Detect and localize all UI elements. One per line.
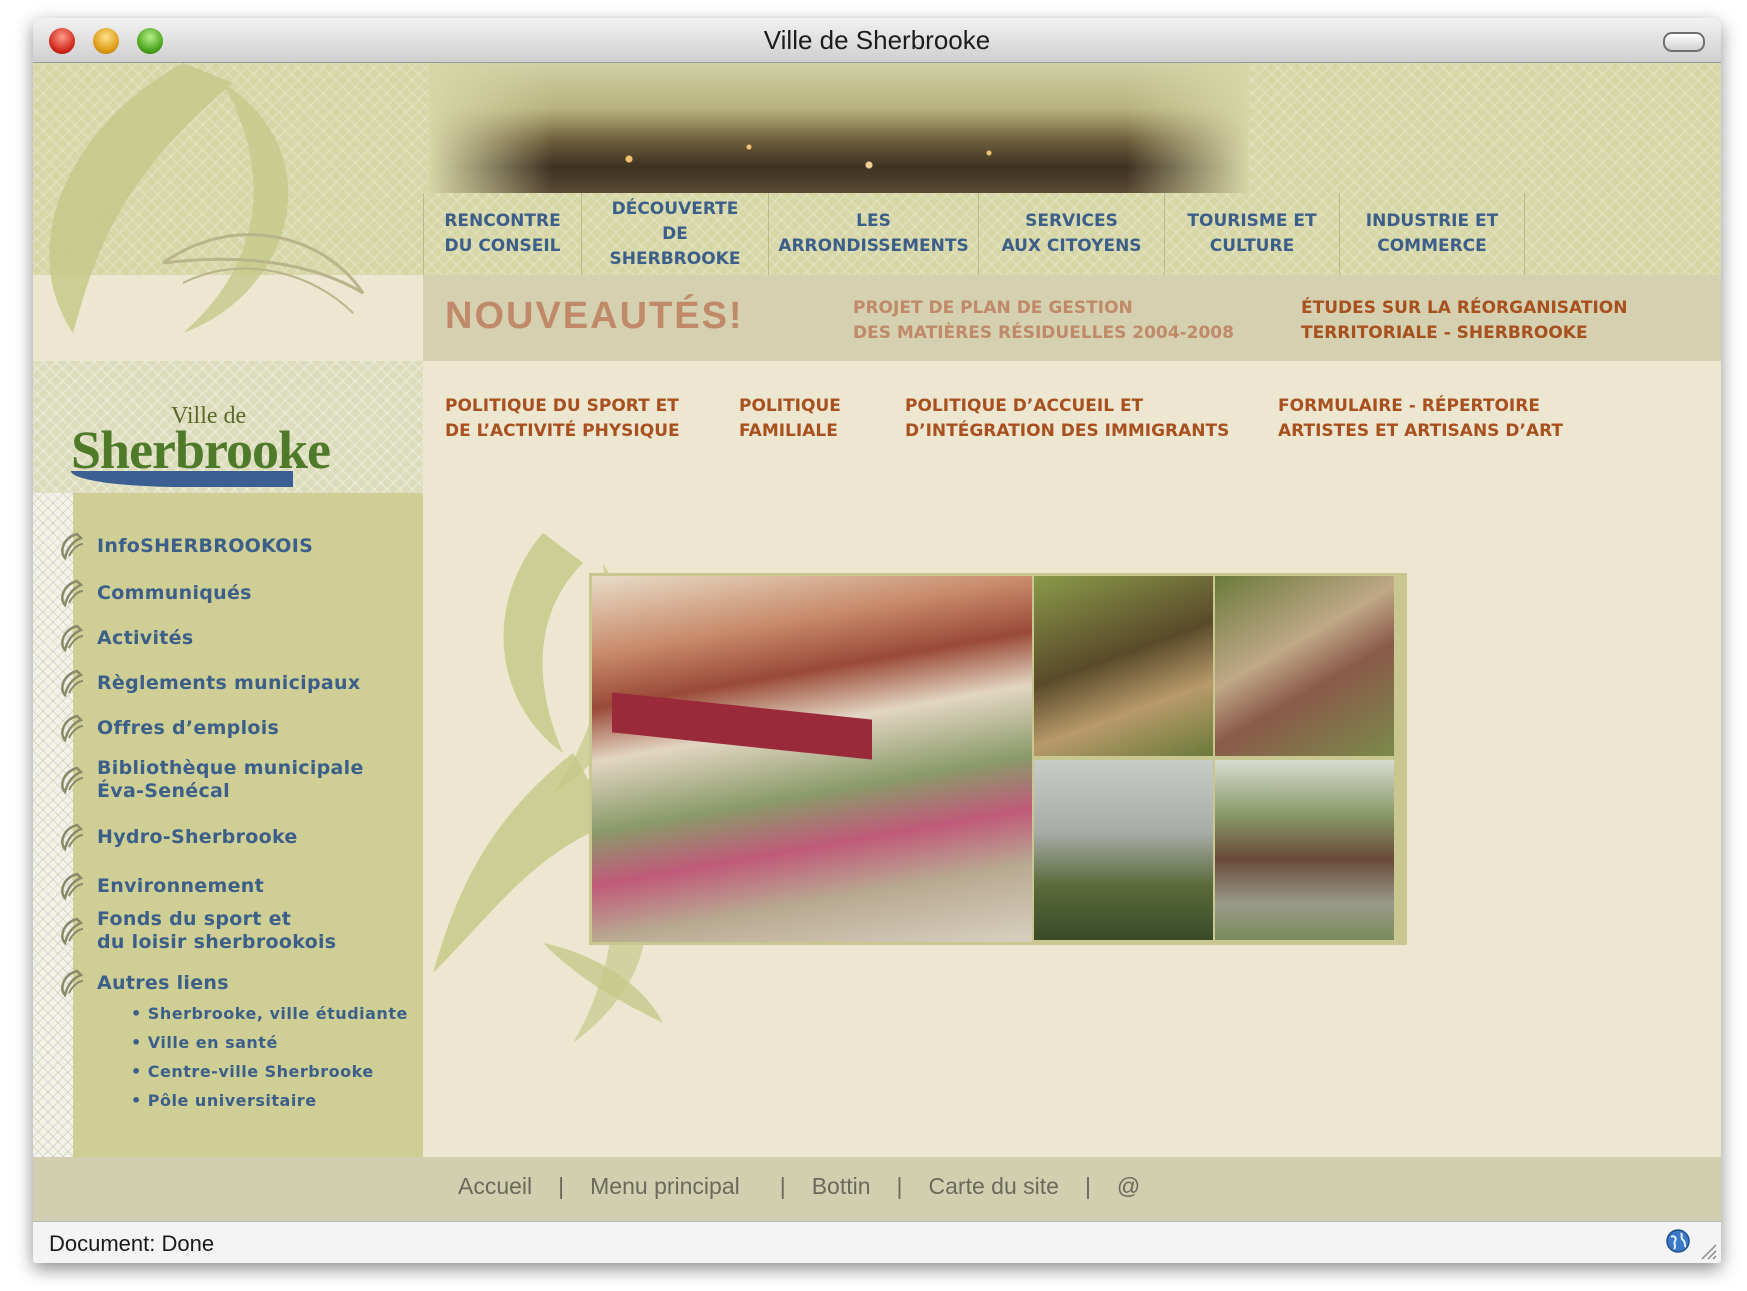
swirl-icon <box>61 969 84 998</box>
toolbar-toggle-button[interactable] <box>1663 32 1705 52</box>
photo-chairlift <box>1215 576 1394 756</box>
footer-link-accueil[interactable]: Accueil <box>458 1173 532 1200</box>
sidebar-item-label: Règlements municipaux <box>97 671 361 694</box>
web-page: RENCONTRE DU CONSEIL DÉCOUVERTE DE SHERB… <box>33 63 1721 1221</box>
footer-separator: | <box>558 1173 565 1199</box>
status-text: Document: Done <box>49 1231 215 1256</box>
nav-rencontre-du-conseil[interactable]: RENCONTRE DU CONSEIL <box>423 193 582 275</box>
nav-decouverte[interactable]: DÉCOUVERTE DE SHERBROOKE <box>582 193 769 275</box>
sidebar-item-autres-liens[interactable]: Autres liens <box>61 967 413 999</box>
nav-tourisme[interactable]: TOURISME ET CULTURE <box>1165 193 1340 275</box>
sidebar-subitem-pole-universitaire[interactable]: • Pôle universitaire <box>131 1091 317 1110</box>
news-banner: NOUVEAUTÉS! PROJET DE PLAN DE GESTION DE… <box>423 275 1721 361</box>
sidebar-item-label: Hydro-Sherbrooke <box>97 825 298 848</box>
swirl-icon <box>61 579 84 608</box>
title-bar: Ville de Sherbrooke <box>33 18 1721 63</box>
sidebar-item-label: Environnement <box>97 874 264 897</box>
browser-window: Ville de Sherbrooke RENCONTRE DU CONSEIL… <box>33 18 1721 1263</box>
swirl-icon <box>61 669 84 698</box>
swirl-icon <box>61 766 84 795</box>
footer-link-bottin[interactable]: Bottin <box>812 1173 871 1200</box>
resize-grip-icon[interactable] <box>1697 1240 1717 1260</box>
sidebar-item-label: Fonds du sport et du loisir sherbrookois <box>97 908 337 953</box>
sidebar-item-label: Communiqués <box>97 581 252 604</box>
photo-mosaic <box>589 573 1407 945</box>
sidebar-subitem-centre-ville[interactable]: • Centre-ville Sherbrooke <box>131 1062 374 1081</box>
sidebar-subitem-ville-en-sante[interactable]: • Ville en santé <box>131 1033 278 1052</box>
sidebar-subitem-ville-etudiante[interactable]: • Sherbrooke, ville étudiante <box>131 1004 408 1023</box>
status-bar: Document: Done <box>33 1221 1721 1263</box>
footer-link-carte-du-site[interactable]: Carte du site <box>929 1173 1059 1200</box>
photo-river-house <box>1215 760 1394 940</box>
sidebar-item-fonds-sport[interactable]: Fonds du sport et du loisir sherbrookois <box>61 908 413 954</box>
globe-icon <box>1666 1229 1690 1253</box>
news-link-reorganisation[interactable]: ÉTUDES SUR LA RÉORGANISATION TERRITORIAL… <box>1301 296 1627 346</box>
logo-wave <box>71 471 293 487</box>
news-link-plan-gestion[interactable]: PROJET DE PLAN DE GESTION DES MATIÈRES R… <box>853 296 1234 346</box>
sidebar-item-label: Autres liens <box>97 971 229 994</box>
footer-separator: | <box>896 1173 903 1199</box>
sidebar-item-label: Bibliothèque municipale Éva-Senécal <box>97 757 364 802</box>
sidebar-item-offres-emplois[interactable]: Offres d’emplois <box>61 712 413 744</box>
sherbrooke-logo[interactable]: Ville de Sherbrooke <box>71 399 331 489</box>
sidebar-item-hydro[interactable]: Hydro-Sherbrooke <box>61 821 413 853</box>
swirl-icon <box>61 823 84 852</box>
sidebar-item-activites[interactable]: Activités <box>61 622 413 654</box>
photo-main-street <box>592 576 1032 942</box>
policy-link-immigrants[interactable]: POLITIQUE D’ACCUEIL ET D’INTÉGRATION DES… <box>905 394 1229 444</box>
news-heading: NOUVEAUTÉS! <box>445 295 744 337</box>
footer-separator: | <box>779 1173 786 1199</box>
swirl-icon <box>61 917 84 946</box>
sidebar-item-label: Activités <box>97 626 194 649</box>
link-formulaire-repertoire[interactable]: FORMULAIRE - RÉPERTOIRE ARTISTES ET ARTI… <box>1278 394 1563 444</box>
sidebar: InfoSHERBROOKOIS Communiqués Activités R… <box>61 493 423 1157</box>
sidebar-item-label: InfoSHERBROOKOIS <box>97 534 314 557</box>
logo-area: Ville de Sherbrooke <box>33 361 423 493</box>
window-title: Ville de Sherbrooke <box>763 25 991 55</box>
policy-link-familiale[interactable]: POLITIQUE FAMILIALE <box>739 394 841 444</box>
policy-links: POLITIQUE DU SPORT ET DE L’ACTIVITÉ PHYS… <box>423 361 1721 451</box>
sidebar-item-environnement[interactable]: Environnement <box>61 870 413 902</box>
nav-arrondissements[interactable]: LES ARRONDISSEMENTS <box>769 193 979 275</box>
footer-link-email[interactable]: @ <box>1117 1173 1140 1200</box>
photo-trail <box>1034 576 1213 756</box>
sidebar-item-infosherbrookois[interactable]: InfoSHERBROOKOIS <box>61 530 413 562</box>
footer: Accueil | Menu principal | Bottin | Cart… <box>33 1157 1721 1221</box>
nav-industrie[interactable]: INDUSTRIE ET COMMERCE <box>1340 193 1525 275</box>
sidebar-item-reglements[interactable]: Règlements municipaux <box>61 667 413 699</box>
leaf-ornament <box>49 63 365 333</box>
photo-lake <box>1034 760 1213 940</box>
swirl-icon <box>61 872 84 901</box>
sidebar-item-bibliotheque[interactable]: Bibliothèque municipale Éva-Senécal <box>61 757 413 803</box>
footer-separator: | <box>1084 1173 1091 1199</box>
nav-services[interactable]: SERVICES AUX CITOYENS <box>979 193 1165 275</box>
main-navigation: RENCONTRE DU CONSEIL DÉCOUVERTE DE SHERB… <box>423 193 1721 275</box>
swirl-icon <box>61 714 84 743</box>
sidebar-item-communiques[interactable]: Communiqués <box>61 577 413 609</box>
footer-link-menu-principal[interactable]: Menu principal <box>590 1173 740 1200</box>
policy-link-sport[interactable]: POLITIQUE DU SPORT ET DE L’ACTIVITÉ PHYS… <box>445 394 680 444</box>
swirl-icon <box>61 624 84 653</box>
city-photo-banner <box>429 63 1249 193</box>
swirl-icon <box>61 532 84 561</box>
footer-links: Accueil | Menu principal | Bottin | Cart… <box>458 1173 1140 1200</box>
sidebar-item-label: Offres d’emplois <box>97 716 280 739</box>
